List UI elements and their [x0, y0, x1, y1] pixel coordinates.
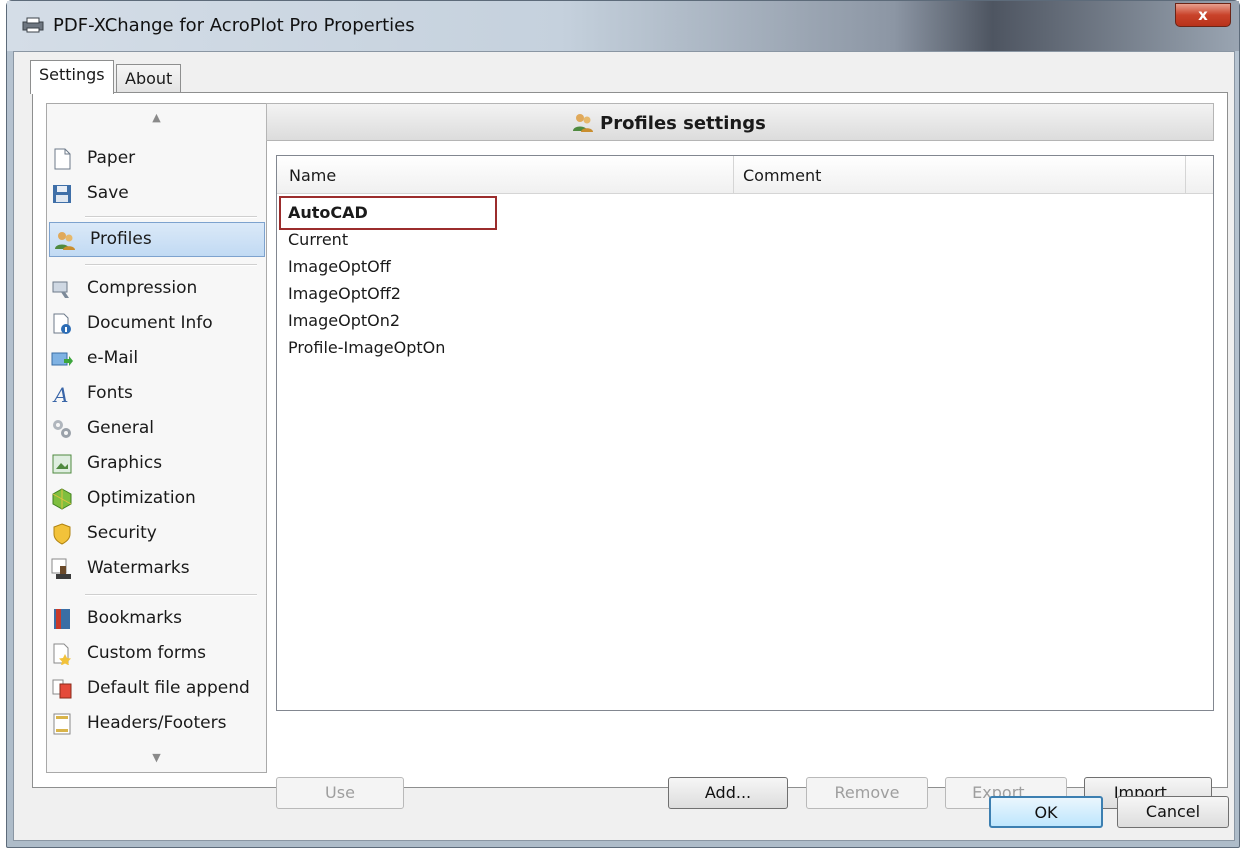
document-info-icon — [53, 313, 71, 334]
sidebar-item-label: Security — [87, 523, 157, 543]
tab-about[interactable]: About — [116, 64, 182, 92]
sidebar-item-compression[interactable]: Compression — [47, 272, 266, 307]
dialog-client-area: Settings About ▲ Paper Save Profiles Com… — [13, 51, 1235, 841]
list-item[interactable]: ImageOptOn2 — [288, 308, 400, 334]
stamp-icon — [51, 558, 71, 579]
floppy-disk-icon — [53, 185, 71, 203]
panel-header: Profiles settings — [266, 103, 1214, 141]
sidebar-item-watermarks[interactable]: Watermarks — [47, 552, 266, 587]
sidebar-item-label: Bookmarks — [87, 608, 182, 628]
settings-tab-page: ▲ Paper Save Profiles Compression Docume… — [32, 92, 1228, 809]
users-icon — [55, 232, 75, 250]
sidebar-item-label: Headers/Footers — [87, 713, 227, 733]
sidebar-item-label: Save — [87, 183, 129, 203]
sidebar-item-label: Fonts — [87, 383, 133, 403]
sidebar-item-label: Optimization — [87, 488, 196, 508]
picture-icon — [52, 454, 72, 474]
users-icon — [573, 114, 593, 132]
list-header: Name Comment — [277, 156, 1213, 194]
sidebar-item-email[interactable]: e-Mail — [47, 342, 266, 377]
remove-button[interactable]: Remove — [806, 777, 928, 809]
shield-icon — [53, 523, 71, 545]
column-divider[interactable] — [1185, 156, 1186, 194]
column-divider[interactable] — [733, 156, 734, 194]
scroll-up-arrow[interactable]: ▲ — [47, 104, 266, 132]
settings-sidebar: ▲ Paper Save Profiles Compression Docume… — [46, 103, 267, 773]
sidebar-item-label: e-Mail — [87, 348, 139, 368]
add-button[interactable]: Add... — [668, 777, 788, 809]
sidebar-item-fonts[interactable]: A Fonts — [47, 377, 266, 412]
sidebar-item-bookmarks[interactable]: Bookmarks — [47, 602, 266, 637]
sidebar-item-graphics[interactable]: Graphics — [47, 447, 266, 482]
sidebar-item-label: Compression — [87, 278, 198, 298]
sidebar-item-headers-footers[interactable]: Headers/Footers — [47, 707, 266, 742]
page-icon — [54, 148, 71, 170]
printer-icon — [22, 17, 44, 33]
cancel-button[interactable]: Cancel — [1117, 796, 1229, 828]
file-append-icon — [52, 679, 72, 699]
svg-text:A: A — [52, 383, 68, 405]
column-header-comment[interactable]: Comment — [743, 166, 821, 185]
sidebar-item-label: Watermarks — [87, 558, 190, 578]
sidebar-item-document-info[interactable]: Document Info — [47, 307, 266, 342]
sidebar-separator — [85, 216, 257, 218]
close-button[interactable]: x — [1175, 3, 1231, 27]
use-button[interactable]: Use — [276, 777, 404, 809]
sidebar-item-general[interactable]: General — [47, 412, 266, 447]
sidebar-item-security[interactable]: Security — [47, 517, 266, 552]
sidebar-item-default-file-append[interactable]: Default file append — [47, 672, 266, 707]
list-item[interactable]: AutoCAD — [288, 200, 368, 226]
profiles-list[interactable]: Name Comment AutoCAD Current ImageOptOff… — [276, 155, 1214, 711]
sidebar-item-label: Custom forms — [87, 643, 207, 663]
font-icon: A — [52, 383, 68, 405]
sidebar-item-label: Default file append — [87, 678, 250, 698]
sidebar-item-label: Profiles — [90, 229, 152, 249]
list-item[interactable]: ImageOptOff2 — [288, 281, 401, 307]
window-title: PDF-XChange for AcroPlot Pro Properties — [53, 15, 415, 36]
sidebar-separator — [85, 594, 257, 596]
sidebar-item-label: Paper — [87, 148, 136, 168]
sidebar-item-save[interactable]: Save — [47, 177, 266, 212]
gears-icon — [53, 420, 71, 438]
email-icon — [51, 352, 73, 366]
sidebar-item-label: Document Info — [87, 313, 213, 333]
sidebar-item-label: Graphics — [87, 453, 163, 473]
sidebar-item-paper[interactable]: Paper — [47, 142, 266, 177]
header-footer-icon — [53, 713, 71, 735]
column-header-name[interactable]: Name — [289, 166, 336, 185]
sidebar-item-custom-forms[interactable]: Custom forms — [47, 637, 266, 672]
compression-icon — [52, 281, 69, 298]
sidebar-item-optimization[interactable]: Optimization — [47, 482, 266, 517]
tab-settings[interactable]: Settings — [30, 60, 114, 94]
bookmark-icon — [54, 609, 70, 629]
scroll-down-arrow[interactable]: ▼ — [47, 744, 266, 772]
title-bar[interactable]: PDF-XChange for AcroPlot Pro Properties … — [7, 1, 1239, 51]
list-item[interactable]: Profile-ImageOptOn — [288, 335, 445, 361]
list-item[interactable]: ImageOptOff — [288, 254, 391, 280]
panel-title: Profiles settings — [600, 113, 766, 134]
optimization-icon — [52, 488, 72, 510]
sidebar-separator — [85, 264, 257, 266]
list-item[interactable]: Current — [288, 227, 348, 253]
sidebar-item-profiles[interactable]: Profiles — [49, 222, 265, 257]
forms-icon — [53, 643, 71, 665]
ok-button[interactable]: OK — [989, 796, 1103, 828]
sidebar-item-label: General — [87, 418, 154, 438]
properties-window: PDF-XChange for AcroPlot Pro Properties … — [6, 0, 1240, 848]
